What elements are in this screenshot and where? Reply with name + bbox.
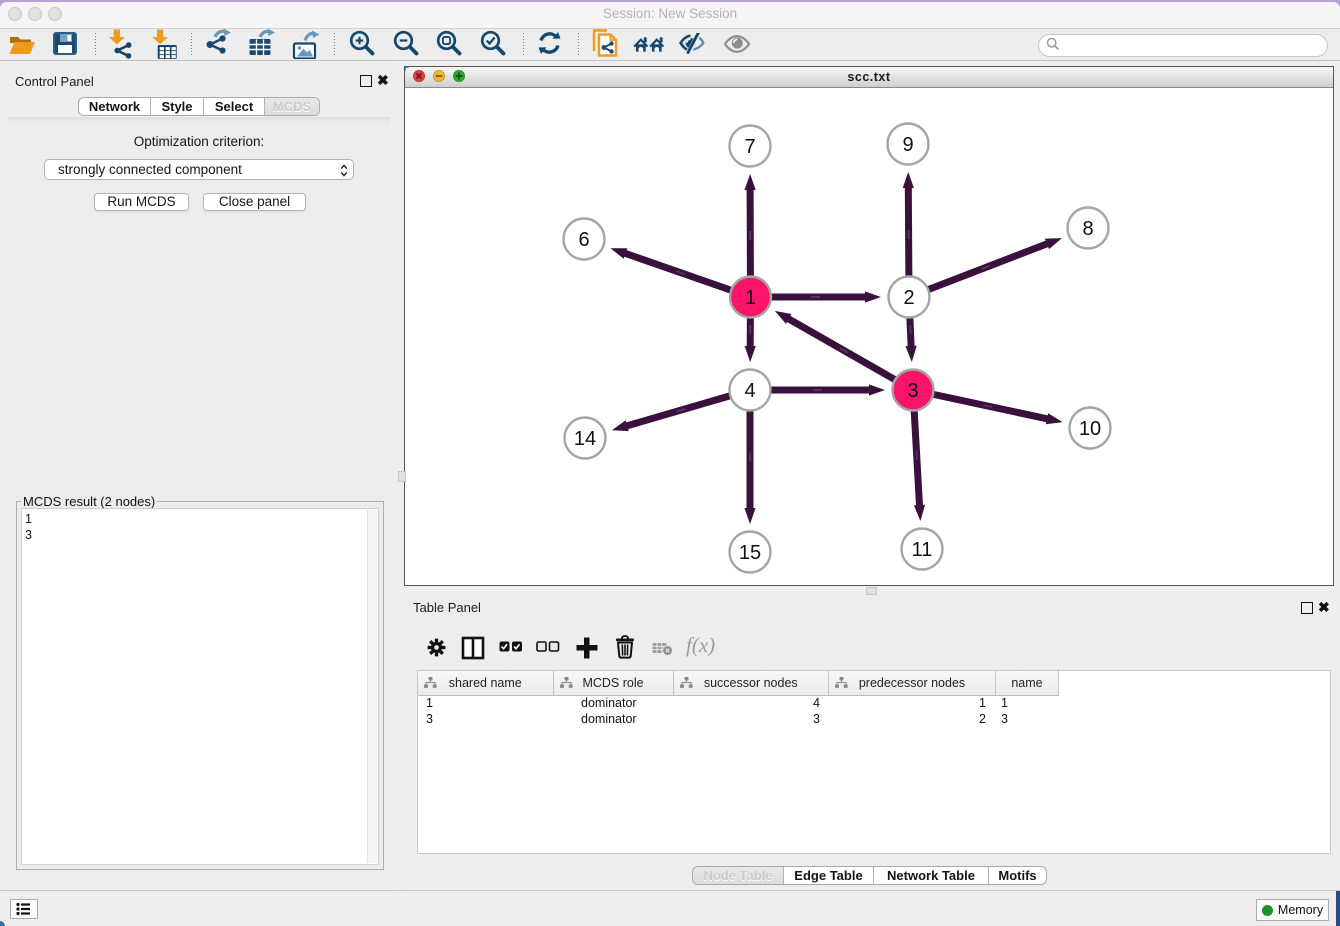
svg-text:4: 4: [744, 380, 755, 402]
svg-text:2: 2: [903, 287, 914, 309]
svg-text:14: 14: [574, 428, 596, 450]
svg-text:9: 9: [902, 134, 913, 156]
svg-text:10: 10: [1079, 418, 1101, 440]
svg-text:11: 11: [912, 539, 933, 561]
svg-text:3: 3: [907, 380, 918, 402]
svg-text:1: 1: [745, 287, 756, 309]
svg-text:7: 7: [744, 136, 755, 158]
svg-text:8: 8: [1082, 218, 1093, 240]
svg-text:6: 6: [578, 229, 589, 251]
svg-text:15: 15: [739, 542, 761, 564]
